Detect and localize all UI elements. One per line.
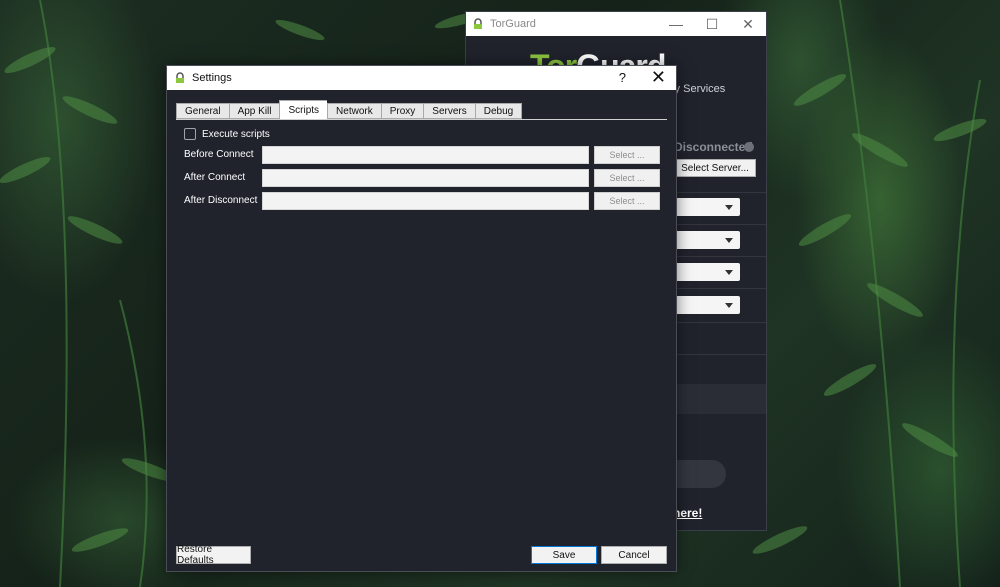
chevron-down-icon <box>725 302 733 308</box>
tab-network[interactable]: Network <box>327 103 381 119</box>
settings-dialog: Settings ? ✕ General App Kill Scripts Ne… <box>166 65 677 572</box>
help-icon[interactable]: ? <box>619 70 626 85</box>
execute-scripts-checkbox[interactable] <box>184 128 196 140</box>
torguard-lock-icon <box>176 72 184 83</box>
save-button[interactable]: Save <box>531 546 597 564</box>
connect-button[interactable] <box>674 460 726 488</box>
after-connect-label: After Connect <box>184 172 246 183</box>
chevron-down-icon <box>725 204 733 210</box>
divider <box>674 354 766 355</box>
after-disconnect-input[interactable] <box>262 192 589 210</box>
here-link[interactable]: here! <box>673 506 702 520</box>
restore-defaults-button[interactable]: Restore Defaults <box>176 544 251 566</box>
divider <box>674 322 766 323</box>
before-connect-label: Before Connect <box>184 149 254 160</box>
close-icon[interactable]: ✕ <box>730 12 766 36</box>
dropdown-protocol[interactable] <box>674 198 740 216</box>
before-connect-row: Before Connect Select ... <box>184 146 661 164</box>
divider <box>674 192 766 193</box>
connection-status: Disconnected <box>674 140 753 154</box>
info-band <box>674 384 766 414</box>
chevron-down-icon <box>725 237 733 243</box>
execute-scripts-label[interactable]: Execute scripts <box>202 129 270 140</box>
status-indicator-icon <box>744 142 754 152</box>
tab-scripts[interactable]: Scripts <box>279 100 328 119</box>
tab-servers[interactable]: Servers <box>423 103 475 119</box>
maximize-icon[interactable]: ☐ <box>694 12 730 36</box>
before-connect-input[interactable] <box>262 146 589 164</box>
divider <box>674 224 766 225</box>
settings-tabs: General App Kill Scripts Network Proxy S… <box>176 100 523 119</box>
tab-underline <box>176 119 667 120</box>
select-server-button[interactable]: Select Server... <box>674 159 756 177</box>
chevron-down-icon <box>725 269 733 275</box>
settings-titlebar[interactable]: Settings ? ✕ <box>167 66 676 90</box>
cancel-button[interactable]: Cancel <box>601 546 667 564</box>
after-disconnect-row: After Disconnect Select ... <box>184 192 661 210</box>
minimize-icon[interactable]: — <box>658 12 694 36</box>
dropdown-tunnel[interactable] <box>674 231 740 249</box>
torguard-lock-icon <box>474 18 482 29</box>
after-connect-select-button[interactable]: Select ... <box>594 169 660 187</box>
torguard-window-title: TorGuard <box>490 18 536 30</box>
after-connect-input[interactable] <box>262 169 589 187</box>
divider <box>674 288 766 289</box>
after-connect-row: After Connect Select ... <box>184 169 661 187</box>
torguard-titlebar[interactable]: TorGuard — ☐ ✕ <box>466 12 766 36</box>
close-icon[interactable]: ✕ <box>651 67 666 88</box>
tab-proxy[interactable]: Proxy <box>380 103 424 119</box>
tab-debug[interactable]: Debug <box>474 103 523 119</box>
dropdown-cipher[interactable] <box>674 296 740 314</box>
execute-scripts-row: Execute scripts <box>184 128 270 140</box>
after-disconnect-select-button[interactable]: Select ... <box>594 192 660 210</box>
tab-general[interactable]: General <box>176 103 229 119</box>
divider <box>674 256 766 257</box>
settings-title: Settings <box>192 72 232 84</box>
tab-app-kill[interactable]: App Kill <box>228 103 280 119</box>
before-connect-select-button[interactable]: Select ... <box>594 146 660 164</box>
dropdown-port[interactable] <box>674 263 740 281</box>
after-disconnect-label: After Disconnect <box>184 195 258 206</box>
